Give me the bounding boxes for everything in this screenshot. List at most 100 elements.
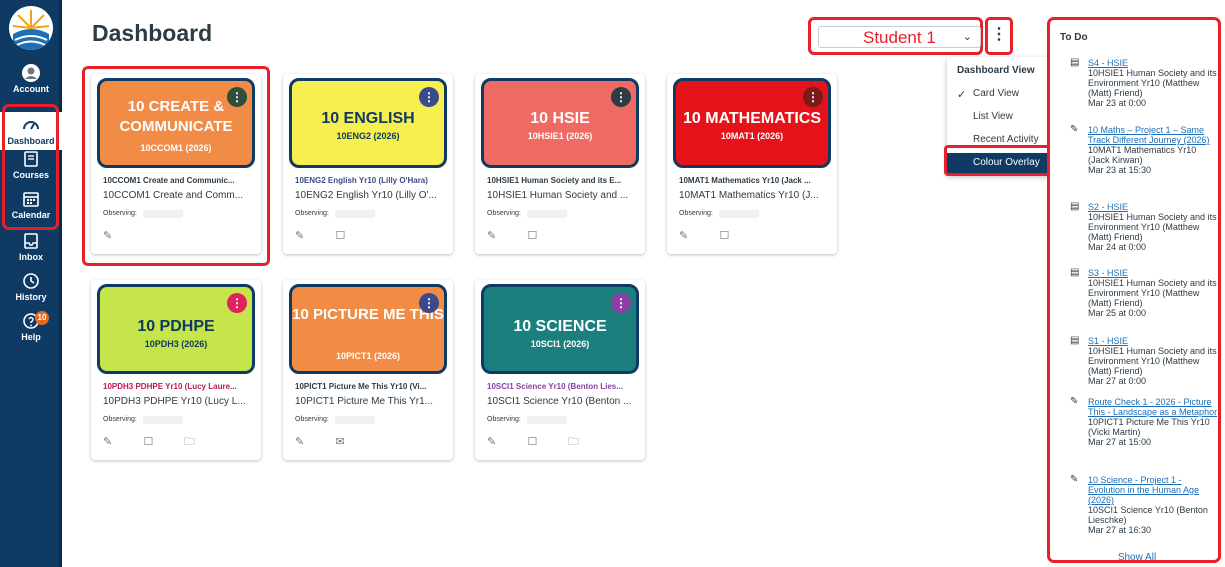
colour-overlay-highlight — [944, 145, 1054, 176]
todo-item-link[interactable]: 10 Maths – Project 1 – Same Track Differ… — [1088, 125, 1220, 145]
menu-item-list-view-label: List View — [973, 111, 1013, 122]
observing-redacted — [719, 210, 759, 218]
nav-inbox[interactable]: Inbox — [0, 232, 62, 262]
todo-item: ✎ 10 Maths – Project 1 – Same Track Diff… — [1070, 124, 1220, 176]
nav-account[interactable]: Account — [0, 64, 62, 94]
course-card-hero[interactable]: 10 HSIE 10HSIE1 (2026) ⋮ — [481, 78, 639, 168]
course-card-link[interactable]: 10PICT1 Picture Me This Yr10 (Vi... — [295, 382, 445, 391]
course-card-code: 10PICT1 (2026) — [335, 351, 401, 361]
todo-item-link[interactable]: Route Check 1 - 2026 - Picture This - La… — [1088, 397, 1220, 417]
card-options-kebab-icon[interactable]: ⋮ — [227, 293, 247, 313]
course-card-link[interactable]: 10PDH3 PDHPE Yr10 (Lucy Laure... — [103, 382, 253, 391]
course-card-code: 10ENG2 (2026) — [336, 131, 400, 141]
course-card-code: 10SCI1 (2026) — [530, 339, 590, 349]
observing-redacted — [143, 416, 183, 424]
card-options-kebab-icon[interactable]: ⋮ — [803, 87, 823, 107]
todo-item: ▤ S2 - HSIE 10HSIE1 Human Society and it… — [1070, 201, 1220, 253]
card-action-icons: ✎ ☐ — [487, 226, 563, 243]
files-folder-icon[interactable]: 🗀 — [568, 433, 582, 448]
todo-item: ✎ Route Check 1 - 2026 - Picture This - … — [1070, 397, 1220, 448]
dashboard-options-button[interactable]: ⋮ — [985, 17, 1013, 55]
todo-item-course: 10HSIE1 Human Society and its Environmen… — [1088, 346, 1217, 376]
menu-item-card-view[interactable]: ✓ Card View — [947, 88, 1052, 104]
todo-item-link[interactable]: S3 - HSIE — [1088, 268, 1220, 278]
assignments-icon[interactable]: ✎ — [679, 229, 693, 243]
course-card[interactable]: 10 PDHPE 10PDH3 (2026) ⋮ 10PDH3 PDHPE Yr… — [91, 280, 261, 460]
todo-item-link[interactable]: 10 Science - Project 1 - Evolution in th… — [1088, 475, 1220, 505]
nav-help-label: Help — [21, 332, 41, 342]
todo-item-course: 10HSIE1 Human Society and its Environmen… — [1088, 278, 1217, 308]
course-card[interactable]: 10 HSIE 10HSIE1 (2026) ⋮ 10HSIE1 Human S… — [475, 74, 645, 254]
assignments-icon[interactable]: ✎ — [295, 435, 309, 449]
course-card[interactable]: 10 SCIENCE 10SCI1 (2026) ⋮ 10SCI1 Scienc… — [475, 280, 645, 460]
observing-label: Observing: — [487, 210, 521, 217]
course-card-subtitle: 10PDH3 PDHPE Yr10 (Lucy L... — [103, 396, 246, 407]
course-card-link[interactable]: 10SCI1 Science Yr10 (Benton Lies... — [487, 382, 637, 391]
discussions-icon[interactable]: ☐ — [335, 229, 349, 243]
assignment-icon: ▤ — [1070, 57, 1080, 68]
card-options-kebab-icon[interactable]: ⋮ — [611, 293, 631, 313]
card-options-kebab-icon[interactable]: ⋮ — [611, 87, 631, 107]
page-title: Dashboard — [92, 20, 213, 46]
assignments-icon[interactable]: ✎ — [103, 435, 117, 449]
todo-item-date: Mar 27 at 15:00 — [1088, 437, 1152, 447]
nav-help[interactable]: Help — [0, 312, 62, 342]
course-card-title: 10 ENGLISH — [321, 110, 415, 127]
chevron-down-icon: ⌄ — [962, 31, 972, 43]
card-options-kebab-icon[interactable]: ⋮ — [419, 293, 439, 313]
todo-item-course: 10MAT1 Mathematics Yr10 (Jack Kirwan) — [1088, 145, 1197, 165]
card-action-icons: ✎ ☐ 🗀 — [103, 432, 220, 449]
course-card[interactable]: 10 MATHEMATICS 10MAT1 (2026) ⋮ 10MAT1 Ma… — [667, 74, 837, 254]
observee-select[interactable]: Student 1 ⌄ — [818, 26, 981, 48]
course-card-code: 10HSIE1 (2026) — [527, 131, 593, 141]
discussions-icon[interactable]: ☐ — [527, 229, 541, 243]
course-card-hero[interactable]: 10 MATHEMATICS 10MAT1 (2026) ⋮ — [673, 78, 831, 168]
discussions-icon[interactable]: ☐ — [527, 435, 541, 449]
assignments-icon[interactable]: ✎ — [487, 435, 501, 449]
menu-item-list-view[interactable]: List View — [947, 111, 1052, 127]
course-card-hero[interactable]: 10 SCIENCE 10SCI1 (2026) ⋮ — [481, 284, 639, 374]
show-all-link[interactable]: Show All — [1050, 552, 1224, 563]
discussions-icon[interactable]: ☐ — [143, 435, 157, 449]
course-card-title: 10 MATHEMATICS — [682, 110, 822, 127]
course-card[interactable]: 10 PICTURE ME THIS 10PICT1 (2026) ⋮ 10PI… — [283, 280, 453, 460]
assignment-icon: ▤ — [1070, 201, 1080, 212]
todo-item-course: 10HSIE1 Human Society and its Environmen… — [1088, 212, 1217, 242]
course-card-subtitle: 10MAT1 Mathematics Yr10 (J... — [679, 190, 819, 201]
course-card-subtitle: 10PICT1 Picture Me This Yr1... — [295, 396, 434, 407]
todo-item-link[interactable]: S4 - HSIE — [1088, 58, 1220, 68]
school-logo[interactable] — [9, 6, 53, 50]
todo-item-link[interactable]: S1 - HSIE — [1088, 336, 1220, 346]
todo-item-date: Mar 23 at 0:00 — [1088, 98, 1147, 108]
nav-history[interactable]: History — [0, 272, 62, 302]
menu-item-card-view-label: Card View — [973, 88, 1019, 99]
course-card-hero[interactable]: 10 ENGLISH 10ENG2 (2026) ⋮ — [289, 78, 447, 168]
course-card[interactable]: 10 ENGLISH 10ENG2 (2026) ⋮ 10ENG2 Englis… — [283, 74, 453, 254]
assignments-icon[interactable]: ✎ — [295, 229, 309, 243]
todo-item-link[interactable]: S2 - HSIE — [1088, 202, 1220, 212]
files-folder-icon[interactable]: 🗀 — [184, 433, 198, 448]
course-card-title: 10 SCIENCE — [513, 318, 607, 335]
todo-item-course: 10SCI1 Science Yr10 (Benton Lieschke) — [1088, 505, 1208, 525]
announcements-icon[interactable]: ✉ — [335, 435, 349, 449]
course-card-link[interactable]: 10ENG2 English Yr10 (Lilly O'Hara) — [295, 176, 445, 185]
card-options-kebab-icon[interactable]: ⋮ — [419, 87, 439, 107]
todo-item: ✎ 10 Science - Project 1 - Evolution in … — [1070, 474, 1220, 536]
menu-item-recent-activity-label: Recent Activity — [973, 134, 1039, 145]
todo-item-course: 10PICT1 Picture Me This Yr10 (Vicki Mart… — [1088, 417, 1210, 437]
todo-item-date: Mar 27 at 16:30 — [1088, 525, 1152, 535]
assignment-icon: ✎ — [1070, 124, 1079, 135]
course-card-hero[interactable]: 10 PICTURE ME THIS 10PICT1 (2026) ⋮ — [289, 284, 447, 374]
course-card-link[interactable]: 10HSIE1 Human Society and its E... — [487, 176, 637, 185]
nav-inbox-label: Inbox — [19, 252, 43, 262]
assignments-icon[interactable]: ✎ — [487, 229, 501, 243]
card-action-icons: ✎ ☐ 🗀 — [487, 432, 604, 449]
course-card-subtitle: 10SCI1 Science Yr10 (Benton ... — [487, 396, 632, 407]
assignment-icon: ✎ — [1070, 474, 1079, 485]
observing-redacted — [527, 210, 567, 218]
course-card-link[interactable]: 10MAT1 Mathematics Yr10 (Jack ... — [679, 176, 829, 185]
discussions-icon[interactable]: ☐ — [719, 229, 733, 243]
observing-label: Observing: — [679, 210, 713, 217]
course-card-hero[interactable]: 10 PDHPE 10PDH3 (2026) ⋮ — [97, 284, 255, 374]
observing-redacted — [335, 416, 375, 424]
